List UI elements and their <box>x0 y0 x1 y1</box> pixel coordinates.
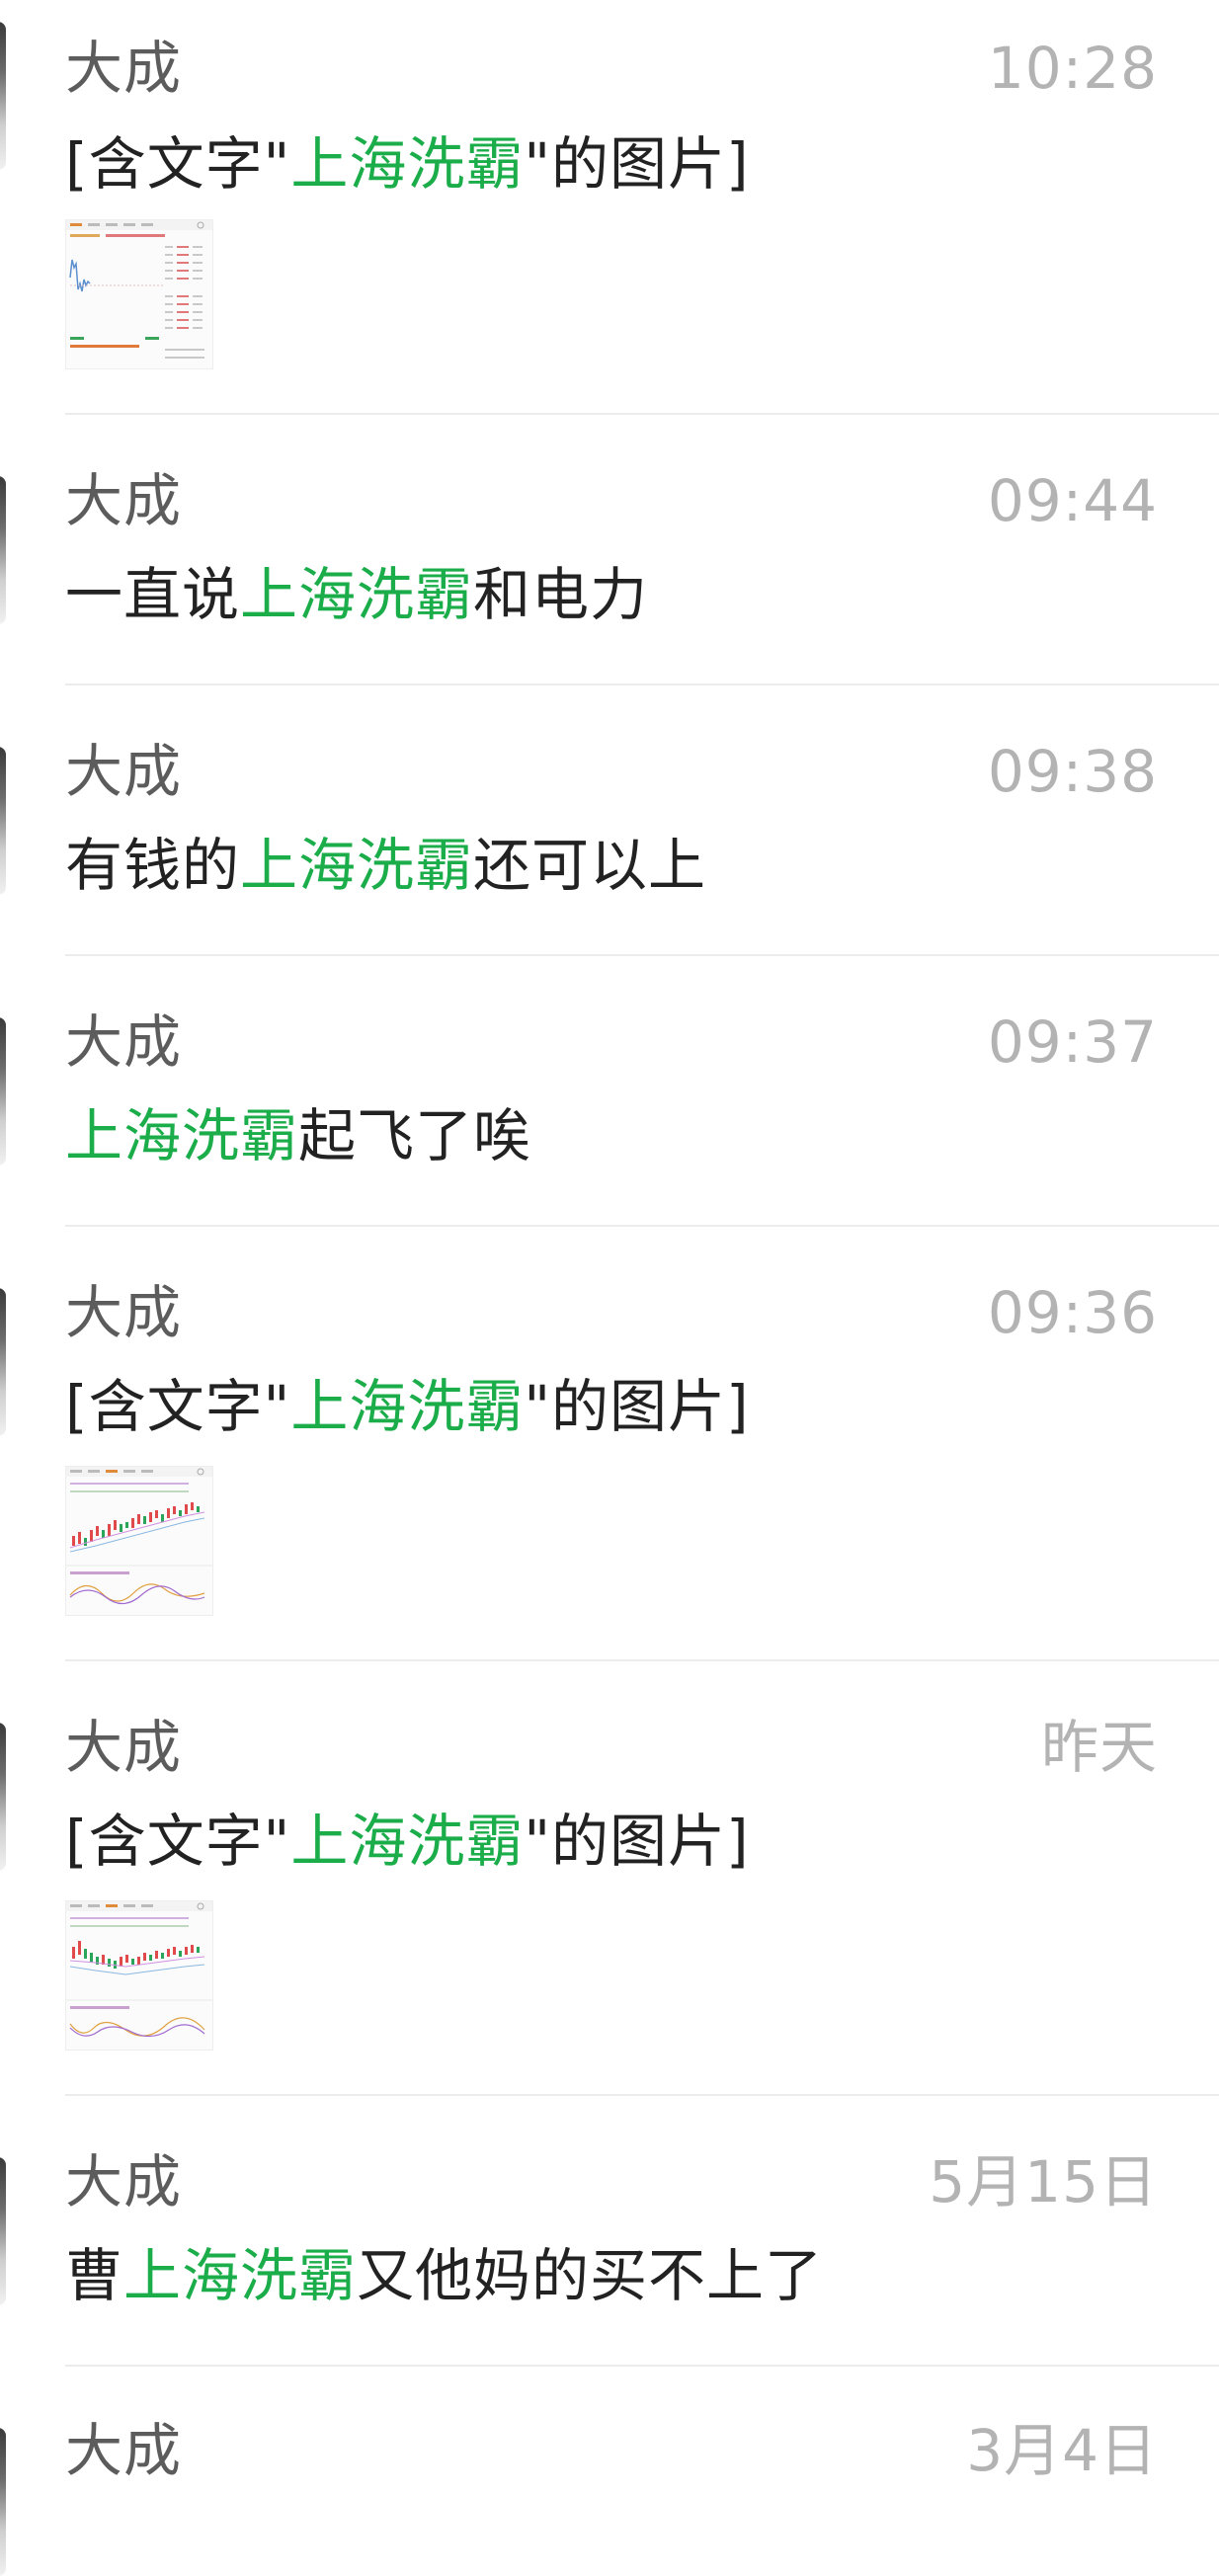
keyword-highlight: 上海洗霸 <box>290 130 525 198</box>
message-text-after: "的图片] <box>524 1808 750 1875</box>
keyword-highlight: 上海洗霸 <box>65 1102 299 1169</box>
result-item[interactable]: 大成 09:44 一直说上海洗霸和电力 <box>0 415 1219 685</box>
avatar[interactable] <box>0 1288 6 1436</box>
message-text-before: [含文字" <box>65 1373 291 1440</box>
sender-name: 大成 <box>65 2417 183 2484</box>
keyword-highlight: 上海洗霸 <box>240 832 474 899</box>
keyword-highlight: 上海洗霸 <box>290 1808 525 1875</box>
sender-name: 大成 <box>65 35 183 102</box>
avatar[interactable] <box>0 22 6 170</box>
message-time: 09:38 <box>987 738 1158 805</box>
keyword-highlight: 上海洗霸 <box>123 2242 358 2309</box>
sender-name: 大成 <box>65 1008 183 1076</box>
avatar[interactable] <box>0 1017 6 1166</box>
result-item[interactable]: 大成 3月4日 <box>0 2367 1219 2576</box>
message-text: [含文字"上海洗霸"的图片] <box>65 1371 750 1442</box>
keyword-highlight: 上海洗霸 <box>240 561 474 628</box>
sender-name: 大成 <box>65 1279 183 1346</box>
message-text: [含文字"上海洗霸"的图片] <box>65 1806 750 1877</box>
candlestick-chart-thumbnail <box>66 1901 212 2038</box>
sender-name: 大成 <box>65 2148 183 2215</box>
result-item[interactable]: 大成 09:37 上海洗霸起飞了唉 <box>0 956 1219 1227</box>
message-text-before: 有钱的 <box>65 832 241 899</box>
image-thumbnail[interactable] <box>65 1900 213 2051</box>
sender-name: 大成 <box>65 467 183 534</box>
message-text-after: 又他妈的买不上了 <box>357 2242 824 2309</box>
sender-name: 大成 <box>65 738 183 805</box>
message-text: [含文字"上海洗霸"的图片] <box>65 128 750 200</box>
message-text-before: 一直说 <box>65 561 241 628</box>
result-item[interactable]: 大成 5月15日 曹上海洗霸又他妈的买不上了 <box>0 2096 1219 2367</box>
message-text: 一直说上海洗霸和电力 <box>65 559 648 630</box>
message-time: 09:37 <box>987 1008 1158 1076</box>
message-time: 3月4日 <box>966 2417 1158 2484</box>
image-thumbnail[interactable] <box>65 219 213 369</box>
message-text-after: "的图片] <box>524 1373 750 1440</box>
avatar[interactable] <box>0 747 6 895</box>
sender-name: 大成 <box>65 1714 183 1781</box>
message-text-after: 和电力 <box>473 561 649 628</box>
image-thumbnail[interactable] <box>65 1466 213 1616</box>
message-time: 10:28 <box>987 35 1158 102</box>
message-text-before: 曹 <box>65 2242 124 2309</box>
candlestick-chart-thumbnail <box>66 1467 212 1605</box>
message-text-after: "的图片] <box>524 130 750 198</box>
intraday-chart-thumbnail <box>66 220 212 359</box>
keyword-highlight: 上海洗霸 <box>290 1373 525 1440</box>
message-time: 昨天 <box>1040 1714 1158 1781</box>
message-text-after: 还可以上 <box>473 832 707 899</box>
message-time: 5月15日 <box>929 2148 1158 2215</box>
message-text: 有钱的上海洗霸还可以上 <box>65 830 706 901</box>
result-item[interactable]: 大成 昨天 [含文字"上海洗霸"的图片] <box>0 1661 1219 2096</box>
message-text: 曹上海洗霸又他妈的买不上了 <box>65 2240 823 2311</box>
result-item[interactable]: 大成 10:28 [含文字"上海洗霸"的图片] <box>0 0 1219 415</box>
result-item[interactable]: 大成 09:36 [含文字"上海洗霸"的图片] <box>0 1227 1219 1661</box>
result-item[interactable]: 大成 09:38 有钱的上海洗霸还可以上 <box>0 685 1219 956</box>
message-text: 上海洗霸起飞了唉 <box>65 1100 531 1171</box>
message-text-before: [含文字" <box>65 1808 291 1875</box>
avatar[interactable] <box>0 2157 6 2305</box>
avatar[interactable] <box>0 1723 6 1871</box>
message-text-after: 起飞了唉 <box>298 1102 532 1169</box>
avatar[interactable] <box>0 476 6 624</box>
message-time: 09:44 <box>987 467 1158 534</box>
message-text-before: [含文字" <box>65 130 291 198</box>
message-time: 09:36 <box>987 1279 1158 1346</box>
